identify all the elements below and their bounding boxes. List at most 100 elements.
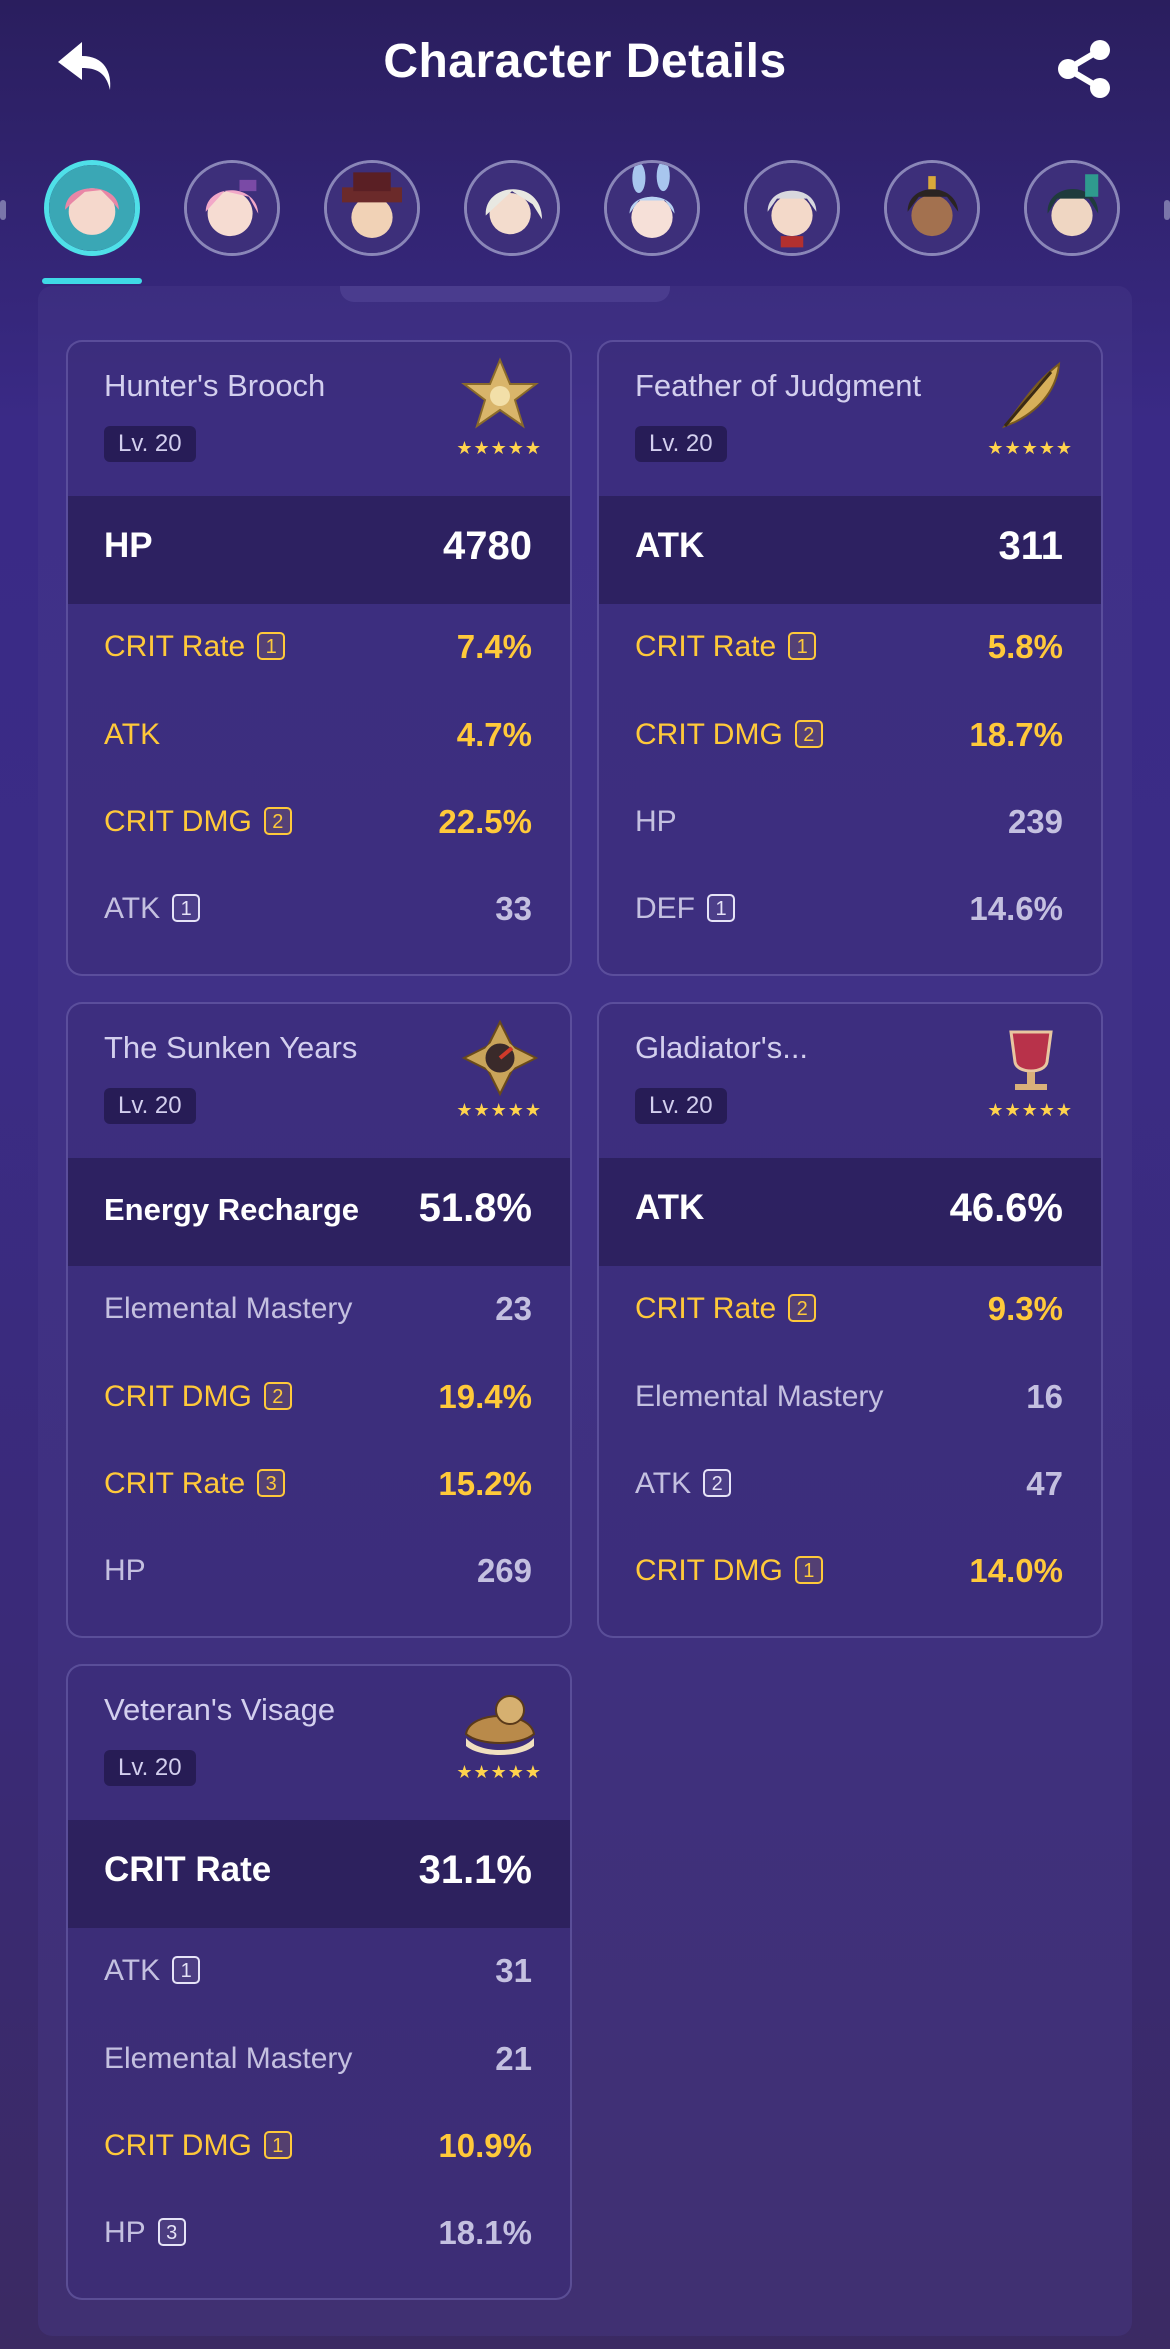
artifact-name: Gladiator's... bbox=[635, 1030, 809, 1065]
roll-count-badge: 2 bbox=[263, 1382, 292, 1410]
main-stat-value: 46.6% bbox=[949, 1186, 1063, 1230]
roll-count-badge: 3 bbox=[157, 2218, 186, 2246]
substat-label: CRIT Rate bbox=[104, 630, 246, 663]
circlet-artifact-icon bbox=[464, 1695, 536, 1755]
scroll-edge-indicator bbox=[1164, 200, 1170, 220]
main-stat-row: CRIT Rate 31.1% bbox=[68, 1820, 570, 1928]
roll-count-badge: 1 bbox=[794, 1556, 823, 1584]
substat-label: ATK bbox=[104, 1954, 161, 1987]
artifact-name: Hunter's Brooch bbox=[104, 368, 326, 403]
substat-label: CRIT DMG bbox=[635, 718, 783, 751]
flower-artifact-icon bbox=[461, 357, 539, 429]
character-avatar-5[interactable] bbox=[604, 160, 700, 256]
teal-hair-character-icon bbox=[1027, 163, 1117, 253]
character-avatar-6[interactable] bbox=[744, 160, 840, 256]
main-stat-row: Energy Recharge 51.8% bbox=[68, 1158, 570, 1266]
pink-twintail-character-icon bbox=[187, 163, 277, 253]
substat-value: 14.0% bbox=[969, 1552, 1063, 1589]
main-stat-row: HP 4780 bbox=[68, 496, 570, 604]
sands-artifact-icon bbox=[461, 1019, 539, 1097]
main-stat-label: ATK bbox=[635, 1188, 705, 1227]
hat-character-icon bbox=[327, 163, 417, 253]
rarity-stars: ★★★★★ bbox=[987, 1100, 1073, 1120]
substat-row: CRIT DMG 2 22.5% bbox=[68, 795, 570, 853]
substat-value: 269 bbox=[476, 1552, 532, 1589]
substat-label: HP bbox=[104, 2216, 146, 2249]
substat-label: Elemental Mastery bbox=[104, 1292, 353, 1325]
substat-value: 21 bbox=[495, 2040, 532, 2077]
substat-row: CRIT Rate 1 7.4% bbox=[68, 620, 570, 678]
main-stat-value: 31.1% bbox=[418, 1848, 532, 1892]
substat-label: Elemental Mastery bbox=[635, 1380, 884, 1413]
substat-row: Elemental Mastery 16 bbox=[599, 1370, 1101, 1428]
white-hair-character-icon bbox=[467, 163, 557, 253]
substat-value: 15.2% bbox=[438, 1465, 532, 1502]
main-stat-label: HP bbox=[104, 526, 153, 565]
substat-row: ATK 1 31 bbox=[68, 1944, 570, 2002]
pink-hair-character-icon bbox=[49, 165, 135, 251]
artifact-card[interactable]: Veteran's Visage Lv. 20 ★★★★★ CRIT Rate … bbox=[66, 1664, 572, 2300]
substat-row: CRIT DMG 1 10.9% bbox=[68, 2119, 570, 2177]
artifact-card[interactable]: Feather of Judgment Lv. 20 ★★★★★ ATK 311… bbox=[597, 340, 1103, 976]
roll-count-badge: 3 bbox=[257, 1469, 286, 1497]
artifact-card[interactable]: Gladiator's... Lv. 20 ★★★★★ ATK 46.6% CR… bbox=[597, 1002, 1103, 1638]
main-stat-row: ATK 311 bbox=[599, 496, 1101, 604]
artifact-name: The Sunken Years bbox=[104, 1030, 358, 1065]
share-button[interactable] bbox=[1054, 38, 1114, 100]
substat-label: ATK bbox=[104, 892, 161, 925]
rarity-stars: ★★★★★ bbox=[456, 1100, 542, 1120]
artifact-level: Lv. 20 bbox=[104, 1750, 196, 1786]
roll-count-badge: 1 bbox=[172, 894, 201, 922]
substat-row: HP 269 bbox=[68, 1544, 570, 1602]
substat-label: CRIT DMG bbox=[104, 2129, 252, 2162]
character-avatar-4[interactable] bbox=[464, 160, 560, 256]
main-stat-value: 311 bbox=[998, 524, 1063, 568]
goblet-artifact-icon bbox=[1009, 1030, 1053, 1090]
substat-label: HP bbox=[104, 1554, 146, 1587]
substat-value: 23 bbox=[495, 1290, 532, 1327]
substat-value: 10.9% bbox=[438, 2127, 532, 2164]
substat-value: 19.4% bbox=[438, 1378, 532, 1415]
substat-value: 31 bbox=[495, 1952, 532, 1989]
substat-value: 33 bbox=[495, 890, 532, 927]
substat-value: 9.3% bbox=[987, 1290, 1063, 1327]
main-stat-label: CRIT Rate bbox=[104, 1850, 272, 1889]
substat-row: CRIT DMG 2 19.4% bbox=[68, 1370, 570, 1428]
substat-value: 16 bbox=[1026, 1378, 1063, 1415]
character-avatar-2[interactable] bbox=[184, 160, 280, 256]
substat-row: ATK 4.7% bbox=[68, 708, 570, 766]
character-avatar-8[interactable] bbox=[1024, 160, 1120, 256]
artifact-name: Feather of Judgment bbox=[635, 368, 922, 403]
artifact-card[interactable]: The Sunken Years Lv. 20 ★★★★★ Energy Rec… bbox=[66, 1002, 572, 1638]
roll-count-badge: 1 bbox=[788, 632, 817, 660]
substat-label: CRIT DMG bbox=[104, 1380, 252, 1413]
substat-row: Elemental Mastery 21 bbox=[68, 2032, 570, 2090]
substat-value: 18.1% bbox=[438, 2214, 532, 2251]
roll-count-badge: 2 bbox=[263, 807, 292, 835]
page-title: Character Details bbox=[383, 35, 787, 88]
substat-label: CRIT Rate bbox=[635, 1292, 777, 1325]
substat-label: ATK bbox=[635, 1467, 692, 1500]
dark-skin-character-icon bbox=[887, 163, 977, 253]
substat-row: CRIT Rate 1 5.8% bbox=[599, 620, 1101, 678]
substat-label: CRIT DMG bbox=[104, 805, 252, 838]
main-stat-value: 4780 bbox=[443, 524, 532, 568]
substat-row: Elemental Mastery 23 bbox=[68, 1282, 570, 1340]
substat-row: HP 239 bbox=[599, 795, 1101, 853]
substat-value: 18.7% bbox=[969, 716, 1063, 753]
main-stat-row: ATK 46.6% bbox=[599, 1158, 1101, 1266]
silver-hair-character-icon bbox=[747, 163, 837, 253]
substat-row: DEF 1 14.6% bbox=[599, 882, 1101, 940]
substat-value: 239 bbox=[1007, 803, 1063, 840]
artifact-card[interactable]: Hunter's Brooch Lv. 20 ★★★★★ HP 4780 CRI… bbox=[66, 340, 572, 976]
substat-value: 7.4% bbox=[456, 628, 532, 665]
roll-count-badge: 1 bbox=[172, 1956, 201, 1984]
substat-label: DEF bbox=[635, 892, 695, 925]
header: Character Details bbox=[0, 0, 1170, 140]
character-avatar-1[interactable] bbox=[44, 160, 140, 256]
character-avatar-3[interactable] bbox=[324, 160, 420, 256]
main-stat-label: ATK bbox=[635, 526, 705, 565]
roll-count-badge: 2 bbox=[794, 720, 823, 748]
character-avatar-7[interactable] bbox=[884, 160, 980, 256]
rarity-stars: ★★★★★ bbox=[456, 438, 542, 458]
